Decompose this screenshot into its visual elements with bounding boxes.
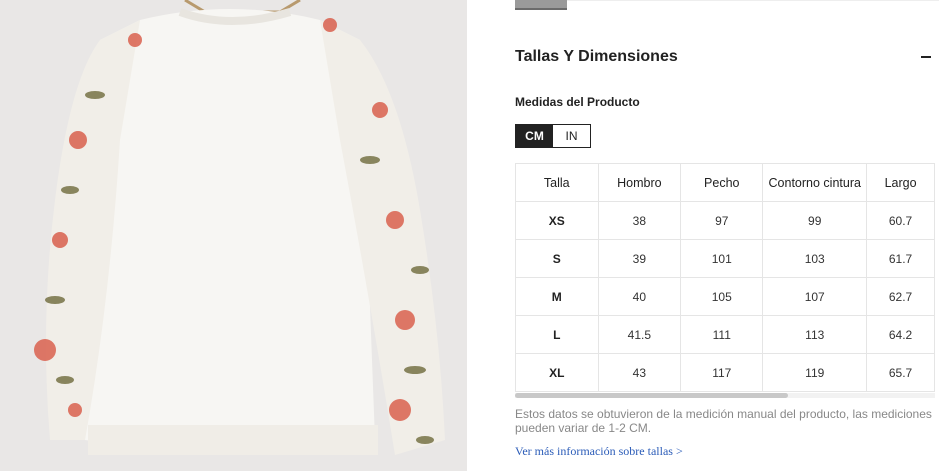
size-panel: Tallas Y Dimensiones Medidas del Product… (467, 0, 947, 471)
cell-size: XL (515, 353, 599, 392)
cell-cintura: 119 (762, 353, 868, 392)
header-pecho: Pecho (680, 163, 764, 202)
cell-largo: 60.7 (866, 201, 935, 240)
cell-largo: 64.2 (866, 315, 935, 354)
size-table: Talla Hombro Pecho Contorno cintura Larg… (515, 163, 935, 392)
header-contorno-cintura: Contorno cintura (762, 163, 868, 202)
header-largo: Largo (866, 163, 935, 202)
table-row: M 40 105 107 62.7 (515, 277, 935, 316)
sweatshirt-illustration (34, 0, 445, 455)
table-scrollbar-thumb[interactable] (515, 393, 788, 398)
thumbnail-image[interactable] (515, 0, 567, 10)
cell-pecho: 101 (680, 239, 764, 278)
header-talla: Talla (515, 163, 599, 202)
cell-size: S (515, 239, 599, 278)
cell-cintura: 99 (762, 201, 868, 240)
cell-size: XS (515, 201, 599, 240)
product-image (0, 0, 467, 471)
cell-hombro: 40 (597, 277, 682, 316)
cell-hombro: 41.5 (597, 315, 682, 354)
cell-largo: 61.7 (866, 239, 935, 278)
table-row: XL 43 117 119 65.7 (515, 353, 935, 392)
cell-pecho: 111 (680, 315, 764, 354)
section-title[interactable]: Tallas Y Dimensiones (515, 48, 678, 66)
cell-cintura: 107 (762, 277, 868, 316)
cell-pecho: 117 (680, 353, 764, 392)
size-table-container: Talla Hombro Pecho Contorno cintura Larg… (515, 163, 935, 393)
size-info-link[interactable]: Ver más información sobre tallas > (515, 444, 683, 459)
cell-hombro: 39 (597, 239, 682, 278)
table-row: XS 38 97 99 60.7 (515, 201, 935, 240)
cell-cintura: 113 (762, 315, 868, 354)
header-hombro: Hombro (597, 163, 682, 202)
cell-hombro: 38 (597, 201, 682, 240)
table-row: L 41.5 111 113 64.2 (515, 315, 935, 354)
table-row: S 39 101 103 61.7 (515, 239, 935, 278)
table-header-row: Talla Hombro Pecho Contorno cintura Larg… (515, 163, 935, 202)
cell-largo: 62.7 (866, 277, 935, 316)
unit-toggle: CM IN (515, 124, 591, 148)
cell-cintura: 103 (762, 239, 868, 278)
cell-pecho: 97 (680, 201, 764, 240)
cell-size: L (515, 315, 599, 354)
cell-pecho: 105 (680, 277, 764, 316)
cell-size: M (515, 277, 599, 316)
minus-icon[interactable] (921, 56, 931, 58)
divider (567, 0, 939, 1)
cell-largo: 65.7 (866, 353, 935, 392)
cell-hombro: 43 (597, 353, 682, 392)
unit-in-button[interactable]: IN (553, 125, 590, 147)
measurements-subtitle: Medidas del Producto (515, 95, 640, 109)
unit-cm-button[interactable]: CM (516, 125, 553, 147)
measurement-note: Estos datos se obtuvieron de la medición… (515, 407, 932, 435)
